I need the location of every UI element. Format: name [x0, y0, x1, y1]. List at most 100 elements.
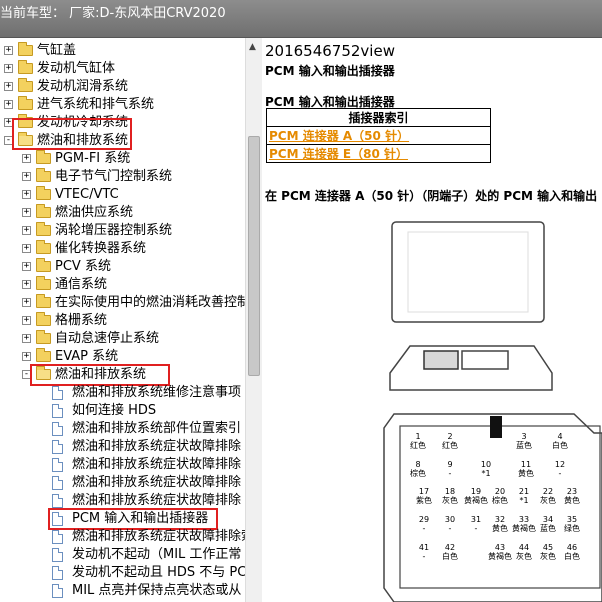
- connector-pin: 2 红色: [438, 432, 462, 450]
- pin-wire-color: *1: [519, 496, 529, 505]
- pin-number: 11: [520, 460, 532, 469]
- tree-item[interactable]: + 发动机气缸体: [0, 60, 245, 78]
- tree-item[interactable]: 燃油和排放系统维修注意事项: [0, 384, 245, 402]
- connector-pin: 4 白色: [548, 432, 572, 450]
- tree-item[interactable]: + 发动机润滑系统: [0, 78, 245, 96]
- expand-icon[interactable]: +: [22, 226, 31, 235]
- document-icon: [52, 422, 63, 436]
- connector-pin: 10 *1: [474, 460, 498, 478]
- expand-icon[interactable]: +: [22, 154, 31, 163]
- tree-item[interactable]: + 涡轮增压器控制系统: [0, 222, 245, 240]
- pin-number: 23: [566, 487, 578, 496]
- expand-icon[interactable]: +: [22, 334, 31, 343]
- tree-item[interactable]: MIL 点亮并保持点亮状态或从: [0, 582, 245, 600]
- document-icon: [52, 566, 63, 580]
- pin-number: 33: [518, 515, 530, 524]
- connector-pin: 33 黄褐色: [512, 515, 536, 533]
- pin-number: 10: [480, 460, 492, 469]
- expand-icon[interactable]: +: [22, 298, 31, 307]
- pin-wire-color: 红色: [410, 441, 426, 450]
- link-connector-e[interactable]: PCM 连接器 E（80 针）: [269, 147, 408, 161]
- scrollbar-thumb[interactable]: [248, 136, 260, 376]
- tree-item[interactable]: 发动机不起动且 HDS 不与 PC: [0, 564, 245, 582]
- pin-wire-color: 灰色: [540, 552, 556, 561]
- folder-icon: [36, 240, 51, 254]
- tree-item[interactable]: 燃油和排放系统部件位置索引: [0, 420, 245, 438]
- tree-item[interactable]: + 催化转换器系统: [0, 240, 245, 258]
- folder-icon: [36, 348, 51, 362]
- pin-number: 8: [415, 460, 421, 469]
- document-icon: [52, 584, 63, 598]
- pin-wire-color: -: [558, 469, 562, 478]
- pin-wire-color: 白色: [564, 552, 580, 561]
- tree-item-label: 燃油和排放系统症状故障排除索引: [72, 529, 245, 544]
- pin-number: 9: [447, 460, 453, 469]
- pin-wire-color: 灰色: [442, 496, 458, 505]
- connector-pin: 17 紫色: [412, 487, 436, 505]
- tree-item[interactable]: + 自动怠速停止系统: [0, 330, 245, 348]
- expand-icon[interactable]: +: [22, 190, 31, 199]
- expand-icon[interactable]: +: [4, 100, 13, 109]
- scroll-up-icon[interactable]: ▲: [249, 42, 256, 52]
- connector-pin: 29-: [412, 515, 436, 533]
- pin-number: 44: [518, 543, 530, 552]
- connector-pin: 23 黄色: [560, 487, 584, 505]
- link-connector-a[interactable]: PCM 连接器 A（50 针）: [269, 129, 409, 143]
- tree-item[interactable]: 如何连接 HDS: [0, 402, 245, 420]
- connector-pin: 32 黄色: [488, 515, 512, 533]
- expand-icon[interactable]: +: [22, 208, 31, 217]
- tree-item[interactable]: + 气缸盖: [0, 42, 245, 60]
- document-icon: [52, 404, 63, 418]
- tree-item[interactable]: 燃油和排放系统症状故障排除索引: [0, 528, 245, 546]
- tree-item-label: 发动机不起动且 HDS 不与 PC: [72, 565, 245, 580]
- expand-icon[interactable]: +: [22, 262, 31, 271]
- tree-item[interactable]: + 格栅系统: [0, 312, 245, 330]
- tree-item-label: 燃油和排放系统维修注意事项: [72, 385, 242, 400]
- pin-number: 21: [518, 487, 530, 496]
- expand-icon[interactable]: +: [4, 82, 13, 91]
- navigation-pane: + 气缸盖 + 发动机气缸体 + 发动机润滑系统 + 进气系统和排气系统 + 发动机冷却系统 - 燃油…: [0, 38, 262, 602]
- pin-number: 4: [557, 432, 563, 441]
- tree-item[interactable]: + 在实际使用中的燃油消耗改善控制: [0, 294, 245, 312]
- expand-icon[interactable]: +: [22, 352, 31, 361]
- tree-item-label: 燃油和排放系统症状故障排除: [72, 475, 242, 490]
- title-bar: 当前车型： 厂家:D-东风本田CRV2020: [0, 0, 602, 38]
- folder-icon: [18, 96, 33, 110]
- tree-item-label: PGM-FI 系统: [55, 151, 131, 166]
- expand-icon[interactable]: +: [4, 46, 13, 55]
- tree-view: + 气缸盖 + 发动机气缸体 + 发动机润滑系统 + 进气系统和排气系统 + 发动机冷却系统 - 燃油…: [0, 38, 245, 602]
- pin-wire-color: 黄褐色: [512, 524, 536, 533]
- expand-icon[interactable]: +: [22, 316, 31, 325]
- document-heading: PCM 输入和输出插接器: [265, 64, 395, 78]
- tree-item[interactable]: + PCV 系统: [0, 258, 245, 276]
- connector-pin: 8 棕色: [406, 460, 430, 478]
- tree-item[interactable]: 发动机不起动（MIL 工作正常: [0, 546, 245, 564]
- connector-pin: 18 灰色: [438, 487, 462, 505]
- tree-item[interactable]: + 电子节气门控制系统: [0, 168, 245, 186]
- tree-item[interactable]: + PGM-FI 系统: [0, 150, 245, 168]
- connector-pin: 31-: [464, 515, 488, 533]
- expand-icon[interactable]: +: [4, 64, 13, 73]
- tree-item[interactable]: 燃油和排放系统症状故障排除: [0, 438, 245, 456]
- expand-icon[interactable]: +: [22, 280, 31, 289]
- tree-item[interactable]: + 燃油供应系统: [0, 204, 245, 222]
- tree-item[interactable]: 燃油和排放系统症状故障排除: [0, 474, 245, 492]
- folder-icon: [36, 330, 51, 344]
- tree-item[interactable]: + 通信系统: [0, 276, 245, 294]
- pin-number: 12: [554, 460, 566, 469]
- tree-item[interactable]: 燃油和排放系统症状故障排除: [0, 456, 245, 474]
- tree-item-label: 自动怠速停止系统: [55, 331, 160, 346]
- tree-item[interactable]: + 进气系统和排气系统: [0, 96, 245, 114]
- tree-item[interactable]: + VTEC/VTC: [0, 186, 245, 204]
- pin-number: 31: [470, 515, 482, 524]
- document-icon: [52, 440, 63, 454]
- expand-icon[interactable]: +: [22, 244, 31, 253]
- tree-scrollbar[interactable]: ▲: [245, 38, 262, 602]
- connector-pin: 21 *1: [512, 487, 536, 505]
- folder-icon: [18, 60, 33, 74]
- tree-item-label: VTEC/VTC: [55, 187, 119, 202]
- tree-item-label: 通信系统: [55, 277, 108, 292]
- expand-icon[interactable]: +: [22, 172, 31, 181]
- tree-item-label: MIL 点亮并保持点亮状态或从: [72, 583, 242, 598]
- pin-number: 18: [444, 487, 456, 496]
